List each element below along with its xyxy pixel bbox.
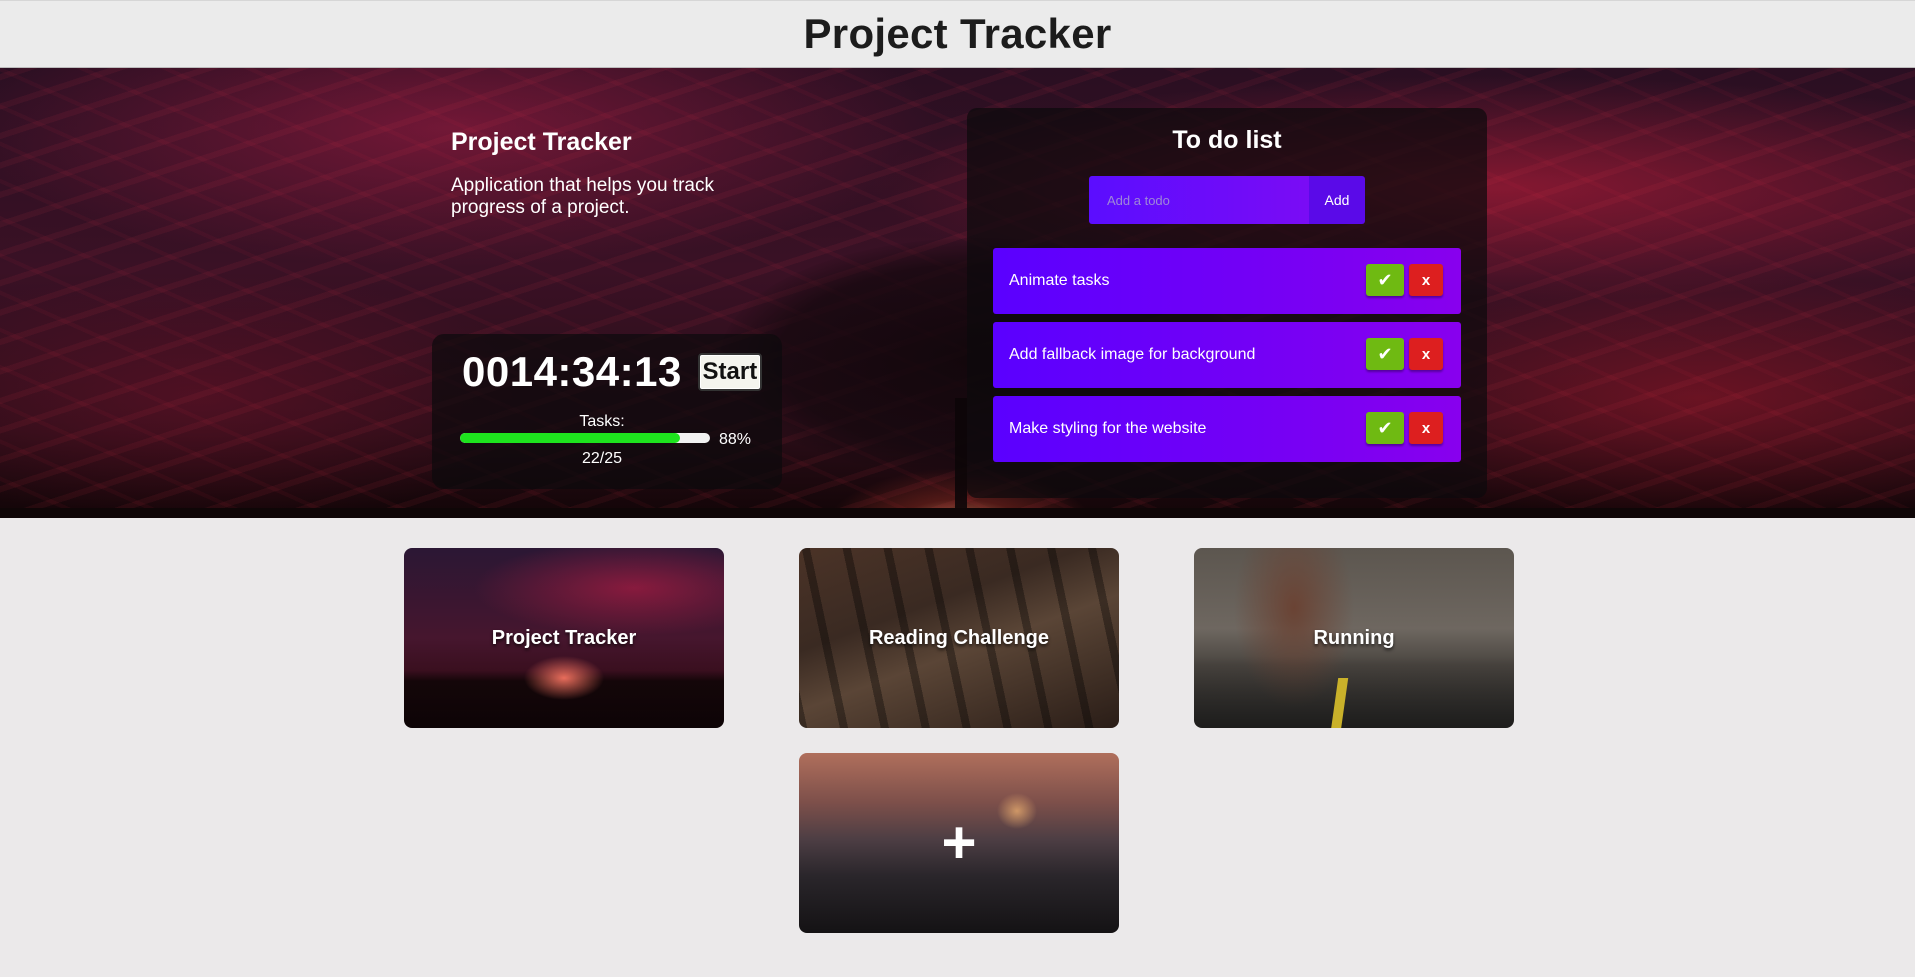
delete-todo-button[interactable]: x [1409,338,1443,370]
page-title: Project Tracker [803,10,1112,57]
todo-item: Animate tasks ✔ x [993,248,1461,314]
project-card-reading-challenge[interactable]: Reading Challenge [799,548,1119,728]
complete-todo-button[interactable]: ✔ [1366,264,1404,296]
add-todo-button[interactable]: Add [1309,176,1365,224]
todo-item-text: Animate tasks [1009,272,1110,289]
project-card-label: Project Tracker [491,626,637,649]
tasks-progress-fill [460,433,680,443]
project-card-label: Reading Challenge [868,626,1050,649]
project-name: Project Tracker [451,128,632,156]
project-description: Application that helps you track progres… [451,175,714,218]
todo-item: Make styling for the website ✔ x [993,396,1461,462]
todo-item: Add fallback image for background ✔ x [993,322,1461,388]
todo-form: Add [1089,176,1365,224]
timer-display: 0014:34:13 [462,348,682,395]
plus-icon: + [941,809,977,876]
delete-todo-button[interactable]: x [1409,264,1443,296]
add-project-card[interactable]: + [799,753,1119,933]
timer-panel: 0014:34:13 Start Tasks: 88% 22/25 [432,334,782,489]
project-info: Project Tracker Application that helps y… [451,128,751,219]
timer-row: 0014:34:13 Start [462,348,762,396]
complete-todo-button[interactable]: ✔ [1366,338,1404,370]
todo-item-text: Add fallback image for background [1009,346,1256,363]
road-line [1329,678,1349,728]
todo-item-actions: ✔ x [1366,412,1443,444]
todo-input[interactable] [1089,176,1309,224]
todo-item-actions: ✔ x [1366,264,1443,296]
project-card-label: Running [1313,626,1395,649]
ground-strip [0,508,1915,518]
complete-todo-button[interactable]: ✔ [1366,412,1404,444]
start-button[interactable]: Start [697,353,762,391]
hero-banner: Project Tracker Application that helps y… [0,68,1915,518]
delete-todo-button[interactable]: x [1409,412,1443,444]
tasks-progress-percent: 88% [719,431,752,448]
todo-item-actions: ✔ x [1366,338,1443,370]
todo-panel: To do list Add Animate tasks ✔ x Add fal… [967,108,1487,498]
project-card-running[interactable]: Running [1194,548,1514,728]
project-card-project-tracker[interactable]: Project Tracker [404,548,724,728]
app-header: Project Tracker [0,0,1915,68]
tasks-count: 22/25 [581,450,623,467]
tasks-label: Tasks: [579,413,625,430]
tasks-progress-bar [460,433,710,443]
todo-item-text: Make styling for the website [1009,420,1207,437]
todo-title: To do list [1172,126,1282,154]
todo-list: Animate tasks ✔ x Add fallback image for… [993,248,1461,470]
tree-trunk [955,398,967,508]
